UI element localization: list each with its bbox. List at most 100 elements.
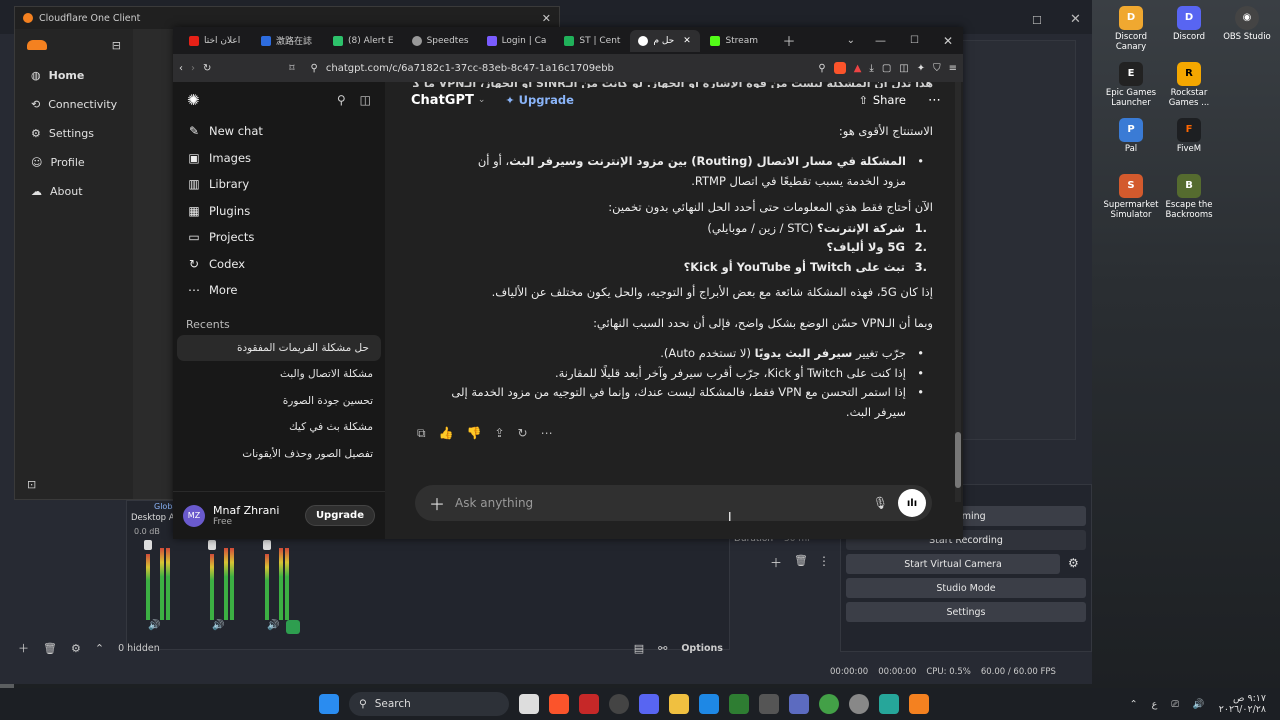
user-profile[interactable]: MZ Mnaf Zhrani Free Upgrade (173, 491, 385, 539)
voice-mode-icon[interactable]: ılı (898, 489, 926, 517)
brave-taskbar-icon[interactable] (549, 694, 569, 714)
volume-handle[interactable] (208, 540, 216, 550)
attach-plus-icon[interactable]: ＋ (429, 491, 445, 515)
sidebar-item-codex[interactable]: ↻ Codex (173, 251, 385, 278)
cf-nav-home[interactable]: ◍ Home (15, 61, 133, 90)
desktop-icon-supermarket[interactable]: S Supermarket Simulator (1100, 174, 1162, 221)
bookmark-icon[interactable]: ⌑ (289, 63, 294, 74)
desktop-icon-obs[interactable]: ◉ OBS Studio (1216, 6, 1278, 43)
browser-tab[interactable]: Stream (702, 30, 772, 52)
sidebar-item-more[interactable]: ⋯ More (173, 277, 385, 304)
desktop-icon-pal[interactable]: P Pal (1100, 118, 1162, 155)
move-up-icon[interactable]: ⌃ (95, 642, 104, 655)
downloads-icon[interactable]: ⤓ (869, 63, 873, 74)
obs-close-icon[interactable]: ✕ (1070, 12, 1081, 27)
browser-tab[interactable]: اعلان اختا (181, 30, 251, 52)
recent-chat[interactable]: تفصيل الصور وحذف الأيقونات (173, 441, 385, 468)
brave-rewards-icon[interactable]: ▲ (854, 63, 862, 74)
network-icon[interactable]: ⎚ (1171, 699, 1179, 710)
upgrade-plan-button[interactable]: Upgrade (304, 505, 375, 526)
add-transition-icon[interactable]: ＋ (770, 554, 782, 571)
source-settings-icon[interactable]: ⚙ (71, 642, 81, 655)
browser-tab[interactable]: ST | Cent (556, 30, 628, 52)
more-actions-icon[interactable]: ⋯ (541, 426, 553, 441)
mute-icon[interactable]: 🔊 (212, 620, 224, 631)
microphone-icon[interactable]: 🎙 (873, 496, 888, 510)
site-info-icon[interactable]: ⚲ (311, 63, 318, 74)
sidebar-item-new-chat[interactable]: ✎ New chat (173, 118, 385, 145)
mute-icon[interactable]: 🔊 (148, 620, 160, 631)
browser-tab[interactable]: 激路在誌 (253, 30, 323, 52)
chat-input[interactable]: Ask anything (455, 496, 533, 510)
volume-icon[interactable]: 🔊 (1193, 699, 1205, 710)
remove-transition-icon[interactable]: 🗑 (794, 554, 808, 567)
thumbs-down-icon[interactable]: 👎 (467, 426, 482, 441)
scrollbar-thumb[interactable] (955, 432, 961, 488)
start-virtual-camera-button[interactable]: Start Virtual Camera (846, 554, 1060, 574)
share-button[interactable]: Share (873, 93, 906, 107)
volume-handle[interactable] (144, 540, 152, 550)
copy-icon[interactable]: ⧉ (417, 426, 426, 441)
cloudflare-taskbar-icon[interactable] (909, 694, 929, 714)
cloudflare-close-icon[interactable]: ✕ (542, 12, 551, 25)
openai-logo-icon[interactable]: ✺ (187, 91, 200, 109)
task-view-icon[interactable] (519, 694, 539, 714)
mixer-advanced-icon[interactable]: ⚯ (658, 642, 667, 655)
desktop-icon-epic[interactable]: E Epic Games Launcher (1100, 62, 1162, 109)
clock[interactable]: ٩:١٧ ص ٢٠٢٦/٠٢/٢٨ (1219, 693, 1266, 716)
chatgpt-taskbar-icon[interactable] (849, 694, 869, 714)
chrome-icon[interactable] (819, 694, 839, 714)
obs-maximize-icon[interactable]: ☐ (1032, 14, 1042, 27)
model-selector[interactable]: ChatGPT (411, 93, 474, 108)
cf-nav-settings[interactable]: ⚙ Settings (15, 119, 133, 148)
chat-input-box[interactable]: ＋ Ask anything 🎙 ılı (415, 485, 932, 521)
extension-icon[interactable]: ▢ (882, 63, 891, 74)
sidebar-item-plugins[interactable]: ▦ Plugins (173, 198, 385, 225)
browser-tab[interactable]: (8) Alert E (325, 30, 402, 52)
back-icon[interactable]: ‹ (179, 63, 183, 74)
thumbs-up-icon[interactable]: 👍 (439, 426, 454, 441)
obs-settings-button[interactable]: Settings (846, 602, 1086, 622)
transition-more-icon[interactable]: ⋮ (818, 554, 830, 568)
forward-icon[interactable]: › (191, 63, 195, 74)
collapse-sidebar-icon[interactable]: ⊟ (112, 39, 121, 52)
cf-nav-about[interactable]: ☁ About (15, 177, 133, 206)
desktop-icon-backrooms[interactable]: B Escape the Backrooms (1158, 174, 1220, 221)
vpn-icon[interactable]: ⛉ (933, 63, 941, 74)
share-icon[interactable]: ⇧ (859, 94, 868, 107)
cf-nav-connectivity[interactable]: ⟲ Connectivity (15, 90, 133, 119)
discord-taskbar-icon[interactable] (639, 694, 659, 714)
feedback-icon[interactable]: ⊡ (27, 478, 36, 491)
mixer-options-button[interactable]: Options (681, 643, 723, 654)
close-tab-icon[interactable]: ✕ (683, 36, 691, 46)
monitor-headphones-icon[interactable] (286, 620, 300, 634)
audio-meter-3[interactable] (261, 540, 307, 620)
tab-search-icon[interactable]: ⌄ (847, 35, 855, 46)
sidebar-toggle-icon[interactable]: ◫ (899, 63, 908, 74)
search-chats-icon[interactable]: ⚲ (337, 93, 346, 107)
teams-icon[interactable] (789, 694, 809, 714)
volume-handle[interactable] (263, 540, 271, 550)
zoom-icon[interactable]: ⚲ (818, 63, 825, 74)
cf-nav-profile[interactable]: ☺ Profile (15, 148, 133, 177)
new-tab-icon[interactable]: ＋ (782, 31, 795, 50)
desktop-icon-fivem[interactable]: F FiveM (1158, 118, 1220, 155)
sidebar-item-projects[interactable]: ▭ Projects (173, 224, 385, 251)
leo-icon[interactable]: ✦ (917, 63, 925, 74)
maximize-icon[interactable]: ☐ (910, 35, 919, 46)
share-message-icon[interactable]: ⇪ (494, 426, 504, 441)
regenerate-icon[interactable]: ↻ (518, 426, 528, 441)
store-icon[interactable] (699, 694, 719, 714)
language-indicator[interactable]: ع (1152, 699, 1158, 710)
brave-shields-icon[interactable] (833, 62, 846, 74)
chevron-down-icon[interactable]: ⌄ (478, 95, 486, 105)
mute-icon[interactable]: 🔊 (267, 620, 279, 631)
sidebar-item-images[interactable]: ▣ Images (173, 145, 385, 172)
steam-icon[interactable] (759, 694, 779, 714)
close-sidebar-icon[interactable]: ◫ (360, 93, 371, 107)
minimize-icon[interactable]: — (875, 34, 886, 47)
close-window-icon[interactable]: ✕ (943, 34, 953, 48)
recent-chat[interactable]: مشكلة الاتصال والبث (173, 361, 385, 388)
studio-mode-button[interactable]: Studio Mode (846, 578, 1086, 598)
mixer-layout-icon[interactable]: ▤ (634, 642, 644, 655)
